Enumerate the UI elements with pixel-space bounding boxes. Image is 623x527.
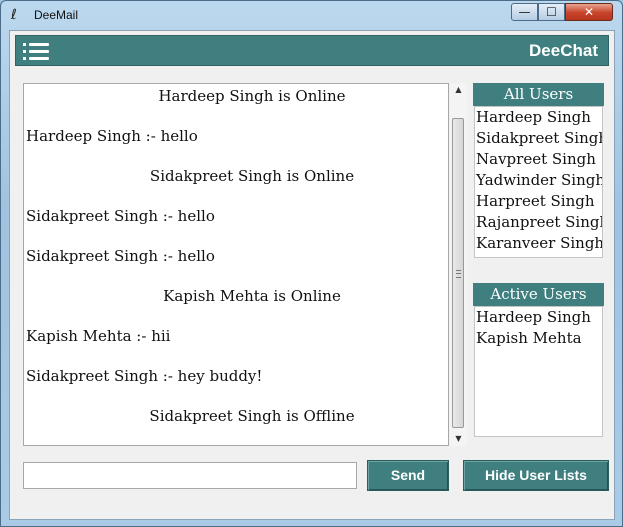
send-button[interactable]: Send	[367, 460, 449, 491]
active-users-header: Active Users	[473, 283, 604, 306]
all-users-list[interactable]: Hardeep Singh Sidakpreet Singh Navpreet Si…	[474, 106, 603, 258]
all-users-item[interactable]: Rajanpreet Singh	[476, 213, 602, 231]
chat-message: Hardeep Singh :- hello	[26, 127, 198, 145]
window-title: DeeMail	[34, 8, 79, 22]
all-users-item[interactable]: Yadwinder Singh	[476, 171, 602, 189]
chat-message: Hardeep Singh is Online	[158, 87, 346, 105]
all-users-item[interactable]: Hardeep Singh	[476, 108, 591, 126]
chat-message: Sidakpreet Singh is Offline	[149, 407, 355, 425]
chat-message: Kapish Mehta :- hii	[26, 327, 171, 345]
active-users-list[interactable]: Hardeep Singh Kapish Mehta	[474, 306, 603, 437]
hamburger-menu-icon[interactable]	[23, 43, 49, 61]
feather-icon: ℓ	[11, 7, 17, 23]
hide-user-lists-button[interactable]: Hide User Lists	[463, 460, 609, 491]
message-input[interactable]	[23, 462, 357, 489]
all-users-item[interactable]: Karanveer Singh	[476, 234, 602, 252]
app-header: DeeChat	[15, 35, 609, 66]
chat-message: Sidakpreet Singh :- hello	[26, 207, 215, 225]
chat-scrollbar[interactable]: ▲ ▼	[450, 83, 467, 446]
window-client-area: DeeChat Hardeep Singh is Online Hardeep S…	[9, 30, 615, 520]
title-bar[interactable]: ℓ DeeMail — ☐ ✕	[1, 1, 622, 29]
app-title: DeeChat	[529, 41, 598, 60]
app-window: ℓ DeeMail — ☐ ✕ DeeChat Hardeep Singh is…	[0, 0, 623, 527]
chat-message: Kapish Mehta is Online	[163, 287, 341, 305]
minimize-button[interactable]: —	[511, 3, 538, 21]
active-users-item[interactable]: Kapish Mehta	[476, 329, 582, 347]
all-users-item[interactable]: Harpreet Singh	[476, 192, 595, 210]
chat-message: Sidakpreet Singh :- hello	[26, 247, 215, 265]
chat-messages-area[interactable]: Hardeep Singh is Online Hardeep Singh :- …	[23, 83, 449, 446]
grip-icon	[456, 270, 461, 278]
all-users-header: All Users	[473, 83, 604, 106]
close-button[interactable]: ✕	[565, 3, 613, 21]
maximize-button[interactable]: ☐	[538, 3, 565, 21]
chat-message: Sidakpreet Singh :- hey buddy!	[26, 367, 263, 385]
scroll-up-icon[interactable]: ▲	[450, 83, 467, 97]
chat-message: Sidakpreet Singh is Online	[149, 167, 355, 185]
all-users-item[interactable]: Navpreet Singh	[476, 150, 596, 168]
all-users-item[interactable]: Sidakpreet Singh	[476, 129, 602, 147]
scroll-thumb[interactable]	[452, 118, 464, 428]
active-users-item[interactable]: Hardeep Singh	[476, 308, 591, 326]
scroll-down-icon[interactable]: ▼	[450, 432, 467, 446]
